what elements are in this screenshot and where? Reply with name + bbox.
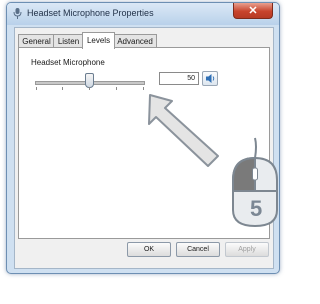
apply-button[interactable]: Apply [225,242,269,257]
tab-listen[interactable]: Listen [53,34,84,48]
close-icon: ✕ [248,5,258,17]
tab-general[interactable]: General [18,34,55,48]
microphone-icon [13,8,22,19]
close-button[interactable]: ✕ [233,3,273,19]
window-title: Headset Microphone Properties [27,8,154,18]
title-bar[interactable]: Headset Microphone Properties ✕ [7,3,279,25]
slider-tick [62,87,63,90]
slider-tick [89,87,90,90]
level-slider-thumb[interactable] [85,73,94,88]
step-number: 5 [250,196,263,221]
slider-tick [116,87,117,90]
tab-levels[interactable]: Levels [82,32,115,49]
ok-button[interactable]: OK [127,242,171,257]
tab-advanced[interactable]: Advanced [113,34,157,48]
slider-tick [143,87,144,90]
cancel-button[interactable]: Cancel [176,242,220,257]
level-value-field[interactable]: 50 [159,72,199,85]
dialog-buttons: OK Cancel Apply [15,242,273,262]
slider-tick [36,87,37,90]
mute-button[interactable] [202,71,218,86]
speaker-icon [206,74,215,83]
device-label: Headset Microphone [31,58,105,67]
